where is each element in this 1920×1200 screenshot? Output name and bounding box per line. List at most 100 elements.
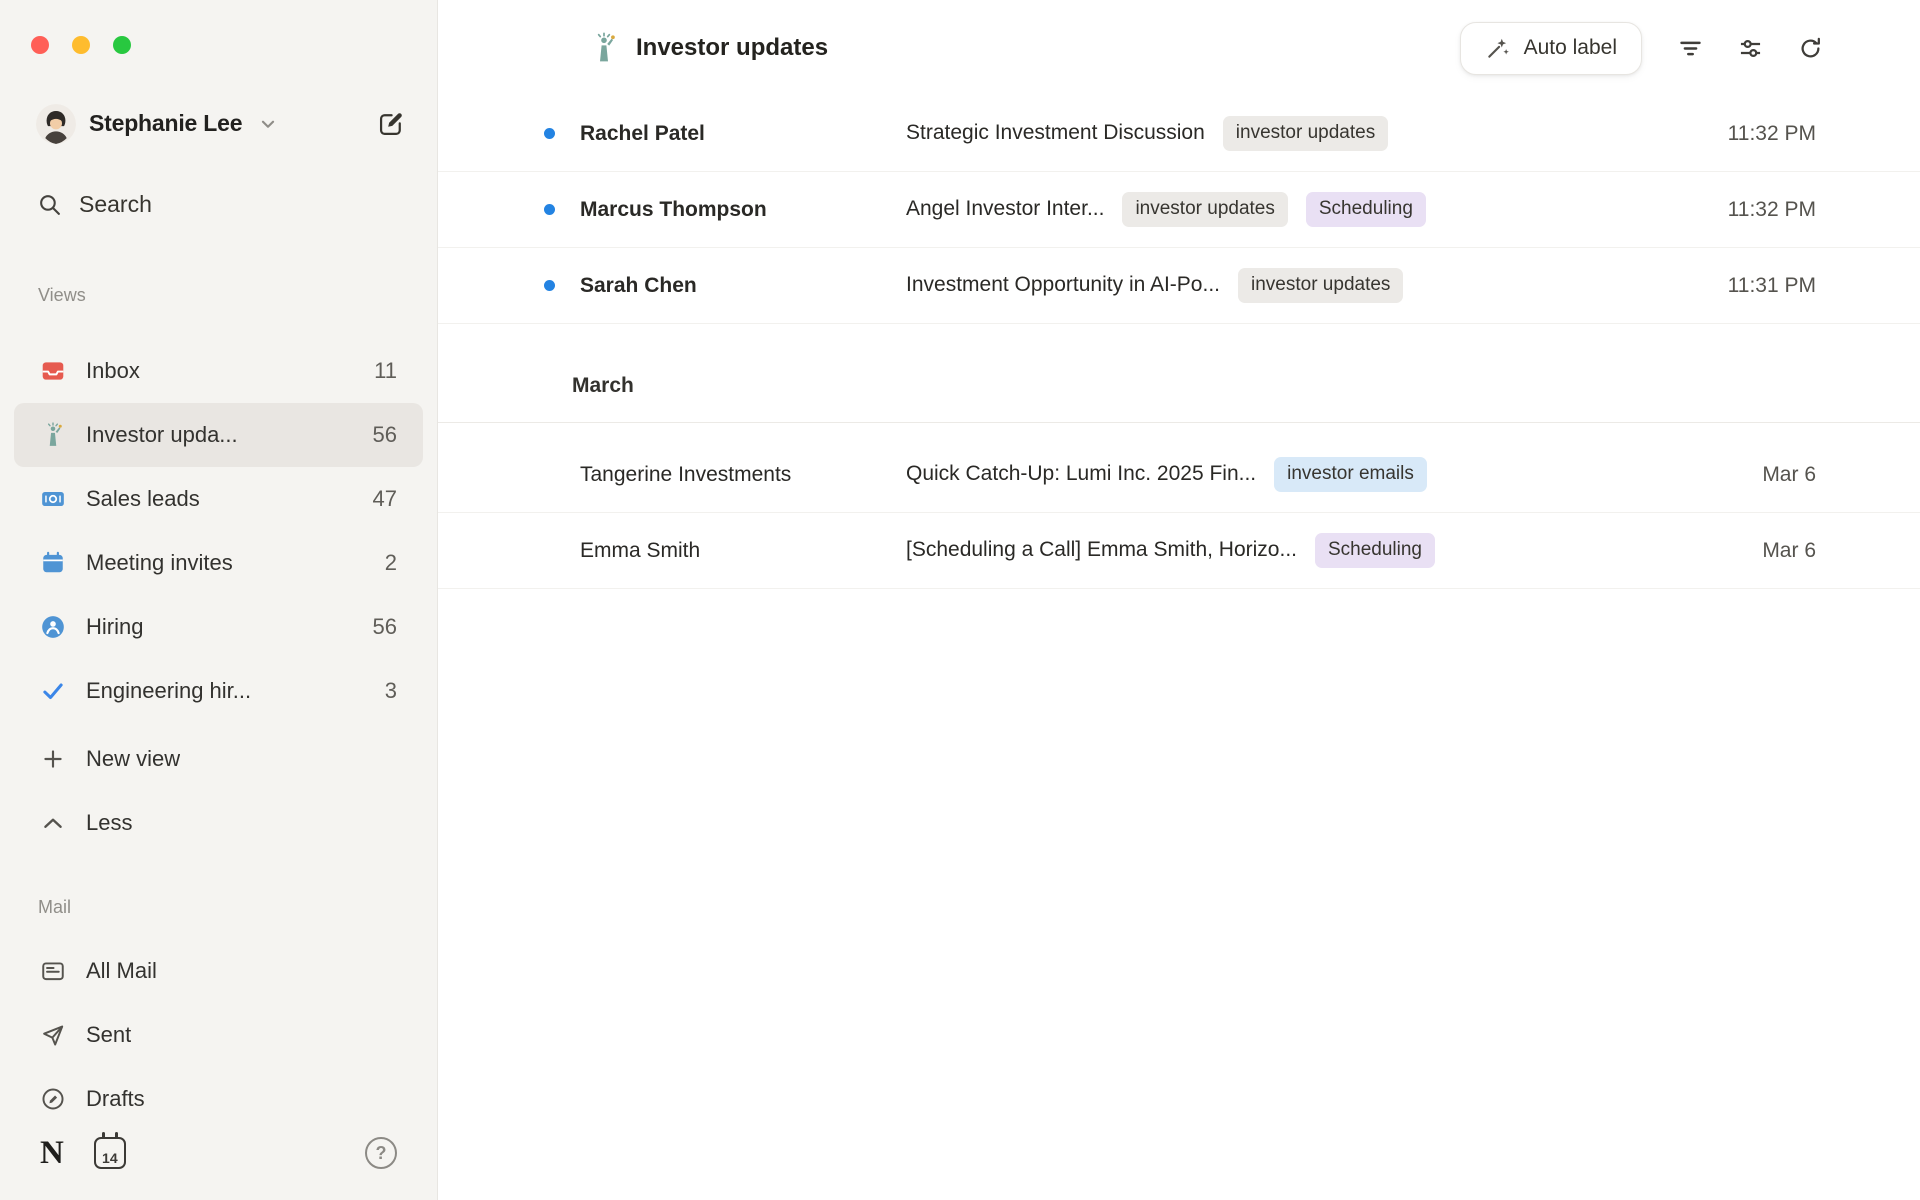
zoom-window-button[interactable] <box>113 36 131 54</box>
email-list: Rachel Patel Strategic Investment Discus… <box>438 96 1920 589</box>
compose-icon <box>377 110 405 138</box>
sidebar-item-inbox[interactable]: Inbox 11 <box>14 339 423 403</box>
account-switcher[interactable]: Stephanie Lee <box>36 104 279 144</box>
calendar-icon <box>40 550 66 576</box>
email-tag[interactable]: investor emails <box>1274 457 1427 492</box>
new-view-label: New view <box>86 746 180 772</box>
email-time: 11:32 PM <box>1728 122 1816 146</box>
main-content: Investor updates Auto label <box>438 0 1920 1200</box>
refresh-button[interactable] <box>1788 26 1832 70</box>
sidebar-item-sales-leads[interactable]: Sales leads 47 <box>14 467 423 531</box>
avatar <box>36 104 76 144</box>
chevron-down-icon <box>257 113 279 135</box>
send-icon <box>40 1022 66 1048</box>
group-header: March <box>438 370 1920 423</box>
dot-cell <box>538 469 580 480</box>
sidebar-item-label: Investor upda... <box>86 422 238 448</box>
search-icon <box>37 192 62 217</box>
sidebar-item-count: 2 <box>385 550 397 576</box>
sidebar-item-all-mail[interactable]: All Mail <box>14 939 423 1003</box>
user-name: Stephanie Lee <box>89 110 242 137</box>
views-section-label: Views <box>38 285 437 307</box>
email-subject: Quick Catch-Up: Lumi Inc. 2025 Fin... <box>906 462 1256 486</box>
calendar-app-icon[interactable]: 14 <box>94 1137 126 1169</box>
email-row-marcus-thompson[interactable]: Marcus Thompson Angel Investor Inter... … <box>438 172 1920 248</box>
sidebar-item-label: Sales leads <box>86 486 200 512</box>
view-header: Investor updates Auto label <box>438 0 1920 96</box>
banknote-icon <box>40 486 66 512</box>
search-button[interactable]: Search <box>37 189 409 219</box>
all-mail-icon <box>40 958 66 984</box>
sidebar-item-label: Engineering hir... <box>86 678 251 704</box>
sidebar-item-investor-updates[interactable]: Investor upda... 56 <box>14 403 423 467</box>
email-subject: Angel Investor Inter... <box>906 197 1104 221</box>
email-subject: Strategic Investment Discussion <box>906 121 1205 145</box>
new-view-button[interactable]: New view <box>14 727 423 791</box>
unread-dot <box>544 128 555 139</box>
auto-label-button[interactable]: Auto label <box>1460 22 1642 75</box>
email-tag[interactable]: investor updates <box>1238 268 1403 303</box>
dot-cell <box>538 204 580 215</box>
email-row-rachel-patel[interactable]: Rachel Patel Strategic Investment Discus… <box>438 96 1920 172</box>
email-time: Mar 6 <box>1762 463 1816 487</box>
email-sender: Sarah Chen <box>580 274 906 298</box>
close-window-button[interactable] <box>31 36 49 54</box>
help-icon[interactable]: ? <box>365 1137 397 1169</box>
sidebar-item-drafts[interactable]: Drafts <box>14 1067 423 1131</box>
email-tag[interactable]: Scheduling <box>1306 192 1426 227</box>
plus-icon <box>40 746 66 772</box>
page-title: Investor updates <box>636 34 828 62</box>
sidebar-item-count: 3 <box>385 678 397 704</box>
sidebar-item-sent[interactable]: Sent <box>14 1003 423 1067</box>
sidebar-item-meeting-invites[interactable]: Meeting invites 2 <box>14 531 423 595</box>
window-controls <box>0 0 437 54</box>
sidebar: Stephanie Lee Search Views <box>0 0 438 1200</box>
email-group-march: March Tangerine Investments Quick Catch-… <box>438 370 1920 589</box>
filter-icon <box>1677 35 1704 62</box>
calendar-day: 14 <box>102 1149 118 1167</box>
email-tag[interactable]: investor updates <box>1223 116 1388 151</box>
filter-button[interactable] <box>1668 26 1712 70</box>
email-tag[interactable]: investor updates <box>1122 192 1287 227</box>
sidebar-item-engineering-hiring[interactable]: Engineering hir... 3 <box>14 659 423 723</box>
email-sender: Emma Smith <box>580 539 906 563</box>
user-row: Stephanie Lee <box>36 102 409 145</box>
email-group-current: Rachel Patel Strategic Investment Discus… <box>438 96 1920 324</box>
email-row-sarah-chen[interactable]: Sarah Chen Investment Opportunity in AI-… <box>438 248 1920 324</box>
unread-dot <box>544 280 555 291</box>
email-time: 11:31 PM <box>1728 274 1816 298</box>
email-row-tangerine-investments[interactable]: Tangerine Investments Quick Catch-Up: Lu… <box>438 437 1920 513</box>
sidebar-item-label: Sent <box>86 1022 131 1048</box>
sidebar-item-count: 56 <box>373 614 397 640</box>
person-icon <box>40 614 66 640</box>
statue-of-liberty-icon <box>40 422 66 448</box>
sidebar-item-label: Hiring <box>86 614 143 640</box>
minimize-window-button[interactable] <box>72 36 90 54</box>
magic-wand-icon <box>1485 35 1511 61</box>
compose-button[interactable] <box>373 106 409 142</box>
sidebar-footer: N 14 ? <box>0 1131 437 1200</box>
sidebar-item-count: 56 <box>373 422 397 448</box>
display-settings-button[interactable] <box>1728 26 1772 70</box>
statue-of-liberty-icon <box>588 32 620 64</box>
auto-label-button-label: Auto label <box>1524 36 1617 60</box>
email-sender: Tangerine Investments <box>580 463 906 487</box>
notion-icon[interactable]: N <box>40 1137 64 1170</box>
app-window: Stephanie Lee Search Views <box>0 0 1920 1200</box>
unread-dot <box>544 204 555 215</box>
dot-cell <box>538 128 580 139</box>
email-tag[interactable]: Scheduling <box>1315 533 1435 568</box>
sidebar-item-label: Drafts <box>86 1086 145 1112</box>
sliders-icon <box>1737 35 1764 62</box>
less-button[interactable]: Less <box>14 791 423 855</box>
email-sender: Marcus Thompson <box>580 198 906 222</box>
dot-cell <box>538 280 580 291</box>
sidebar-item-label: Meeting invites <box>86 550 233 576</box>
email-row-emma-smith[interactable]: Emma Smith [Scheduling a Call] Emma Smit… <box>438 513 1920 589</box>
sidebar-item-hiring[interactable]: Hiring 56 <box>14 595 423 659</box>
refresh-icon <box>1797 35 1824 62</box>
email-subject: [Scheduling a Call] Emma Smith, Horizo..… <box>906 538 1297 562</box>
sidebar-item-count: 47 <box>373 486 397 512</box>
inbox-icon <box>40 358 66 384</box>
drafts-icon <box>40 1086 66 1112</box>
